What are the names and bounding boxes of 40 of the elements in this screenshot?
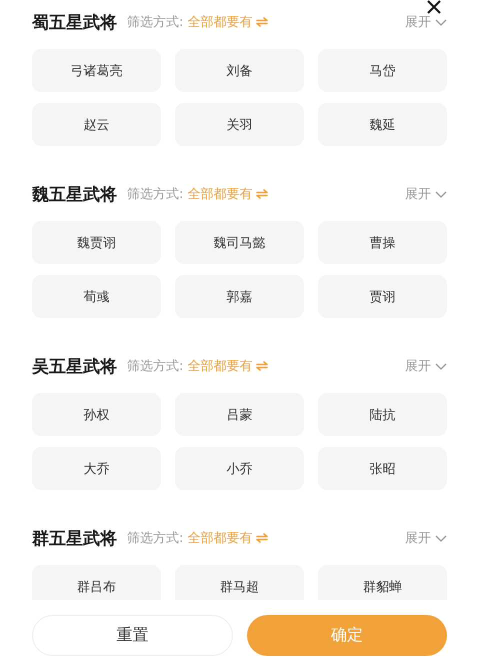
general-option[interactable]: 曹操 — [318, 221, 447, 264]
swap-arrows-icon — [256, 17, 268, 27]
general-option[interactable]: 大乔 — [32, 447, 161, 490]
general-option[interactable]: 刘备 — [175, 49, 304, 92]
general-option[interactable]: 魏司马懿 — [175, 221, 304, 264]
general-option[interactable]: 吕蒙 — [175, 393, 304, 436]
general-option[interactable]: 马岱 — [318, 49, 447, 92]
general-option[interactable]: 关羽 — [175, 103, 304, 146]
general-option[interactable]: 群马超 — [175, 565, 304, 600]
general-option[interactable]: 陆抗 — [318, 393, 447, 436]
general-option[interactable]: 贾诩 — [318, 275, 447, 318]
reset-button[interactable]: 重置 — [32, 615, 233, 656]
general-option[interactable]: 张昭 — [318, 447, 447, 490]
general-option[interactable]: 郭嘉 — [175, 275, 304, 318]
filter-label: 筛选方式: — [127, 14, 184, 31]
general-option[interactable]: 赵云 — [32, 103, 161, 146]
general-option[interactable]: 弓诸葛亮 — [32, 49, 161, 92]
chevron-down-icon — [435, 362, 447, 370]
section-title: 吴五星武将 — [32, 356, 117, 378]
general-option[interactable]: 魏贾诩 — [32, 221, 161, 264]
section-title: 蜀五星武将 — [32, 12, 117, 34]
section-title: 群五星武将 — [32, 528, 117, 550]
swap-arrows-icon — [256, 361, 268, 371]
close-icon — [427, 0, 441, 14]
filter-label: 筛选方式: — [127, 186, 184, 203]
general-option[interactable]: 荀彧 — [32, 275, 161, 318]
general-option[interactable]: 魏延 — [318, 103, 447, 146]
chevron-down-icon — [435, 190, 447, 198]
general-option[interactable]: 群貂蝉 — [318, 565, 447, 600]
filter-label: 筛选方式: — [127, 358, 184, 375]
filter-label: 筛选方式: — [127, 530, 184, 547]
section-title: 魏五星武将 — [32, 184, 117, 206]
general-option[interactable]: 群吕布 — [32, 565, 161, 600]
general-option[interactable]: 孙权 — [32, 393, 161, 436]
swap-arrows-icon — [256, 533, 268, 543]
swap-arrows-icon — [256, 189, 268, 199]
close-button[interactable] — [427, 0, 441, 14]
chevron-down-icon — [435, 18, 447, 26]
chevron-down-icon — [435, 534, 447, 542]
general-option[interactable]: 小乔 — [175, 447, 304, 490]
